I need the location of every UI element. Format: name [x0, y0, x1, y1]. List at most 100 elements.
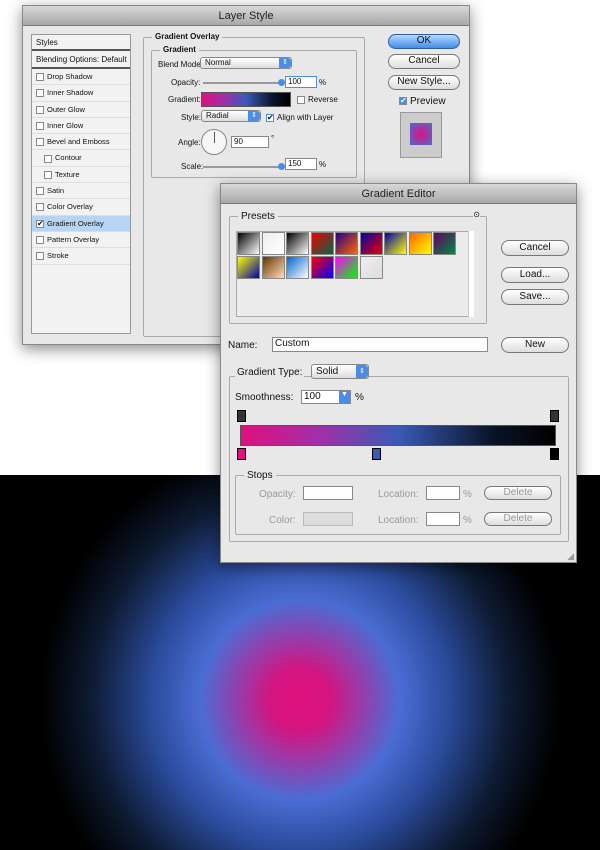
checkbox[interactable] — [44, 170, 52, 179]
opacity-stop-right[interactable] — [550, 410, 559, 422]
style-item[interactable]: Satin — [32, 183, 130, 200]
delete-color-stop-button[interactable]: Delete — [484, 512, 552, 526]
checkbox[interactable] — [36, 138, 44, 147]
style-item[interactable]: Texture — [32, 167, 130, 184]
checkbox[interactable] — [36, 203, 44, 212]
reverse-label: Reverse — [308, 95, 338, 104]
checkbox[interactable] — [44, 154, 52, 163]
section-title: Gradient Overlay — [152, 32, 223, 41]
style-item[interactable]: Outer Glow — [32, 102, 130, 118]
preset-swatch[interactable] — [433, 232, 456, 255]
stop-opacity-location-label: Location: — [378, 489, 419, 500]
preset-swatch[interactable] — [237, 232, 260, 255]
style-item[interactable]: Bevel and Emboss — [32, 134, 130, 151]
angle-dial[interactable] — [201, 129, 227, 155]
gradient-swatch[interactable] — [201, 92, 291, 107]
color-stop-2[interactable] — [372, 448, 381, 460]
checkbox[interactable] — [36, 121, 44, 130]
checkbox[interactable] — [36, 105, 44, 114]
presets-scrollbar[interactable] — [468, 231, 474, 317]
preset-swatch[interactable] — [335, 232, 358, 255]
subsection-title: Gradient — [160, 45, 199, 54]
style-item[interactable]: ✔ Gradient Overlay — [32, 215, 130, 232]
preset-swatch[interactable] — [261, 256, 285, 279]
smoothness-input[interactable]: 100 ▼ — [301, 390, 351, 404]
scale-input[interactable]: 150 — [285, 158, 317, 170]
preset-swatch[interactable] — [237, 256, 260, 279]
cancel-button[interactable]: Cancel — [501, 240, 569, 256]
opacity-slider[interactable] — [203, 79, 285, 86]
style-item-label: Stroke — [47, 251, 69, 261]
style-label: Style: — [181, 113, 202, 122]
stop-color-swatch[interactable] — [303, 512, 353, 526]
style-item-label: Outer Glow — [47, 104, 85, 114]
preview-checkbox[interactable]: ✔ Preview — [399, 96, 446, 107]
degree-label: ° — [271, 134, 275, 143]
presets-menu-icon[interactable]: ⊙ — [473, 210, 480, 219]
checkbox[interactable] — [36, 235, 44, 244]
preset-swatch[interactable] — [286, 256, 309, 279]
style-item[interactable]: Pattern Overlay — [32, 232, 130, 249]
preset-swatch[interactable] — [286, 232, 309, 255]
preset-swatch[interactable] — [359, 256, 383, 279]
gradient-editor-dialog: Gradient Editor Presets ⊙ Cancel Load...… — [220, 183, 577, 563]
reverse-checkbox[interactable]: Reverse — [297, 95, 338, 104]
style-item-label: Texture — [55, 169, 80, 179]
gradient-bar[interactable] — [240, 425, 556, 446]
checkbox[interactable] — [36, 252, 44, 261]
checkbox[interactable] — [36, 73, 44, 82]
stop-opacity-input[interactable] — [303, 486, 353, 500]
preset-swatch[interactable] — [261, 232, 285, 255]
style-item[interactable]: Inner Glow — [32, 118, 130, 135]
opacity-stop-left[interactable] — [237, 410, 246, 422]
cancel-button[interactable]: Cancel — [388, 54, 460, 69]
style-item[interactable]: Color Overlay — [32, 199, 130, 216]
scale-slider[interactable] — [203, 163, 285, 170]
gradient-type-select[interactable]: Solid ⇕ — [311, 364, 369, 379]
delete-opacity-stop-button[interactable]: Delete — [484, 486, 552, 500]
color-stop-1[interactable] — [237, 448, 246, 460]
gradient-type-label: Gradient Type: — [235, 367, 305, 378]
color-stop-3[interactable] — [550, 448, 559, 460]
preset-swatch[interactable] — [408, 232, 432, 255]
style-select[interactable]: Radial ⇕ — [201, 110, 261, 122]
stop-opacity-location-input[interactable] — [426, 486, 460, 500]
opacity-input[interactable]: 100 — [285, 76, 317, 88]
stop-color-location-input[interactable] — [426, 512, 460, 526]
preset-swatch[interactable] — [384, 232, 407, 255]
new-style-button[interactable]: New Style... — [388, 75, 460, 90]
stop-color-location-label: Location: — [378, 515, 419, 526]
align-checkbox[interactable]: ✔ Align with Layer — [266, 113, 333, 122]
style-item-label: Bevel and Emboss — [47, 137, 110, 147]
new-button[interactable]: New — [501, 337, 569, 353]
styles-header[interactable]: Styles — [32, 35, 130, 51]
checkbox[interactable]: ✔ — [36, 219, 44, 228]
checkbox[interactable] — [36, 89, 44, 98]
opacity-label: Opacity: — [171, 78, 201, 87]
style-item[interactable]: Inner Shadow — [32, 85, 130, 102]
blend-mode-value: Normal — [205, 58, 231, 67]
preset-swatch[interactable] — [310, 256, 334, 279]
preset-swatch[interactable] — [335, 256, 358, 279]
style-item-label: Pattern Overlay — [47, 234, 100, 244]
blending-options[interactable]: Blending Options: Default — [32, 51, 130, 69]
smoothness-value: 100 — [304, 391, 321, 402]
load-button[interactable]: Load... — [501, 267, 569, 283]
smoothness-label: Smoothness: — [235, 392, 294, 403]
angle-label: Angle: — [178, 138, 201, 147]
preset-swatch[interactable] — [310, 232, 334, 255]
blend-mode-select[interactable]: Normal ⇕ — [200, 57, 292, 69]
ok-button[interactable]: OK — [388, 34, 460, 49]
checkbox[interactable] — [36, 187, 44, 196]
name-input[interactable]: Custom — [272, 337, 488, 352]
preset-swatch[interactable] — [359, 232, 383, 255]
style-item[interactable]: Stroke — [32, 248, 130, 265]
chevron-updown-icon: ⇕ — [248, 111, 260, 121]
angle-input[interactable]: 90 — [231, 136, 269, 148]
resize-grip-icon[interactable]: ◢ — [567, 551, 574, 562]
style-item-label: Drop Shadow — [47, 72, 93, 81]
save-button[interactable]: Save... — [501, 289, 569, 305]
style-item-label: Inner Shadow — [47, 88, 94, 98]
style-item[interactable]: Contour — [32, 150, 130, 167]
style-item[interactable]: Drop Shadow — [32, 69, 130, 86]
